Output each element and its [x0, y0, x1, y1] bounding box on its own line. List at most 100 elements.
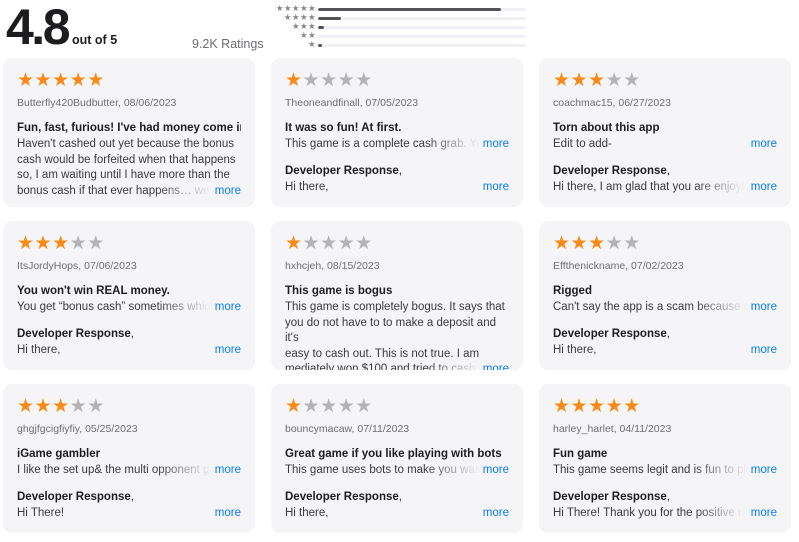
developer-response-label-text: Developer Response — [285, 490, 399, 503]
review-body-truncated-text: You get “bonus cash” sometimes which c — [17, 301, 212, 313]
developer-response: Developer Response, Hi there, more — [17, 327, 241, 359]
review-star-rating: ★★★★★ — [553, 71, 777, 90]
star-filled-icon: ★ — [34, 232, 53, 254]
review-card[interactable]: ★★★★★ coachmac15, 06/27/2023 Torn about th… — [539, 58, 791, 207]
star-filled-icon: ★ — [52, 395, 70, 417]
histogram-bar-track — [318, 7, 526, 12]
histogram-star-label: ★ — [307, 40, 316, 50]
ratings-summary-header: 4.8 out of 5 9.2K Ratings ★★★★★ ★★★★ ★★★ ★★… — [0, 0, 799, 58]
star-filled-icon: ★ — [605, 395, 624, 417]
star-filled-icon: ★ — [623, 395, 641, 417]
star-empty-icon: ★ — [69, 232, 88, 254]
star-empty-icon: ★ — [623, 232, 641, 254]
review-card[interactable]: ★★★★★ harley_harlet, 04/11/2023 Fun game Th… — [539, 384, 791, 533]
histogram-row: ★★ — [268, 32, 526, 41]
star-filled-icon: ★ — [553, 395, 571, 417]
more-link[interactable]: more — [209, 343, 241, 359]
more-link[interactable]: more — [748, 300, 777, 316]
review-body: Can't say the app is a scam because they… — [553, 300, 777, 316]
review-author-date: hxhcjeh, 08/15/2023 — [285, 260, 380, 272]
ratings-histogram: ★★★★★ ★★★★ ★★★ ★★ ★ — [268, 5, 526, 50]
more-link[interactable]: more — [745, 343, 777, 359]
review-title: It was so fun! At first. — [285, 122, 402, 134]
review-body-truncated-text: This game seems legit and is fun to play — [553, 464, 748, 476]
star-empty-icon: ★ — [355, 69, 373, 91]
more-link[interactable]: more — [212, 184, 241, 200]
star-filled-icon: ★ — [87, 69, 105, 91]
review-author-date: Effthenickname, 07/02/2023 — [553, 260, 684, 272]
more-link[interactable]: more — [480, 362, 509, 370]
star-filled-icon: ★ — [52, 69, 70, 91]
star-filled-icon: ★ — [285, 232, 303, 254]
review-body: Haven't cashed out yet because the bonus… — [17, 137, 241, 199]
developer-response-line: Hi There! Thank you for the positive rev… — [553, 506, 777, 522]
more-link[interactable]: more — [212, 300, 241, 316]
developer-response-label: Developer Response, — [553, 164, 777, 179]
star-filled-icon: ★ — [570, 395, 589, 417]
review-title: Great game if you like playing with bots — [285, 448, 502, 460]
review-card[interactable]: ★★★★★ Effthenickname, 07/02/2023 Rigged Can… — [539, 221, 791, 370]
more-link[interactable]: more — [745, 506, 777, 522]
star-filled-icon: ★ — [588, 232, 606, 254]
review-title: Fun, fast, furious! I've had money come … — [17, 122, 241, 134]
more-link[interactable]: more — [480, 137, 509, 153]
star-filled-icon: ★ — [553, 69, 571, 91]
review-body-truncated-text: Can't say the app is a scam because they — [553, 301, 748, 313]
review-body-last-line: This game uses bots to make you waste ym… — [285, 463, 509, 479]
more-link[interactable]: more — [212, 463, 241, 479]
more-link[interactable]: more — [748, 137, 777, 153]
review-body-last-line: Edit to add-more — [553, 137, 777, 153]
review-card[interactable]: ★★★★★ ghgjfgcigfiyfiy, 05/25/2023 iGame ga… — [3, 384, 255, 533]
developer-response-label: Developer Response, — [17, 490, 241, 505]
developer-response-label: Developer Response, — [285, 490, 509, 505]
review-star-rating: ★★★★★ — [17, 397, 241, 416]
review-card[interactable]: ★★★★★ bouncymacaw, 07/11/2023 Great game i… — [271, 384, 523, 533]
review-card[interactable]: ★★★★★ ItsJordyHops, 07/06/2023 You won't w… — [3, 221, 255, 370]
developer-response-text: Hi There! — [17, 506, 65, 519]
review-author-date: bouncymacaw, 07/11/2023 — [285, 423, 410, 435]
review-body-line: so, I am waiting until I have more than … — [17, 169, 230, 181]
review-body-line: This game is completely bogus. It says t… — [285, 301, 505, 313]
developer-response: Developer Response, Hi there, more — [285, 490, 509, 522]
review-body: This game uses bots to make you waste ym… — [285, 463, 509, 479]
histogram-bar-fill — [318, 25, 325, 30]
histogram-bar-track — [318, 34, 526, 39]
histogram-bar-fill — [318, 43, 323, 48]
star-empty-icon: ★ — [69, 395, 88, 417]
ratings-count-label: 9.2K Ratings — [192, 37, 264, 51]
average-score-block: 4.8 out of 5 — [6, 2, 117, 52]
review-card[interactable]: ★★★★★ hxhcjeh, 08/15/2023 This game is bog… — [271, 221, 523, 370]
review-author-date: harley_harlet, 04/11/2023 — [553, 423, 672, 435]
review-card[interactable]: ★★★★★ Butterfly420Budbutter, 08/06/2023 Fu… — [3, 58, 255, 207]
star-filled-icon: ★ — [588, 395, 606, 417]
review-body: You get “bonus cash” sometimes which c mo… — [17, 300, 241, 316]
more-link[interactable]: more — [477, 506, 509, 522]
review-card[interactable]: ★★★★★ Theoneandfinall, 07/05/2023 It was s… — [271, 58, 523, 207]
star-filled-icon: ★ — [588, 69, 606, 91]
developer-response-label-comma: , — [666, 327, 670, 340]
developer-response-label: Developer Response, — [553, 327, 777, 342]
review-body-truncated-text: This game uses bots to make you waste y — [285, 464, 480, 476]
review-star-rating: ★★★★★ — [17, 234, 241, 253]
review-title: iGame gambler — [17, 448, 101, 460]
more-link[interactable]: more — [745, 180, 777, 196]
review-body-truncated-text: This game is a complete cash grab. Yes I — [285, 138, 480, 150]
developer-response-line: Hi there, more — [553, 343, 777, 359]
more-link[interactable]: more — [477, 180, 509, 196]
star-filled-icon: ★ — [285, 69, 303, 91]
review-author-date: Butterfly420Budbutter, 08/06/2023 — [17, 97, 177, 109]
more-link[interactable]: more — [209, 506, 241, 522]
developer-response-label-comma: , — [666, 164, 670, 177]
star-empty-icon: ★ — [623, 69, 641, 91]
developer-response-label-text: Developer Response — [553, 164, 667, 177]
review-title: Torn about this app — [553, 122, 660, 134]
more-link[interactable]: more — [748, 463, 777, 479]
review-body-last-line: This game seems legit and is fun to play… — [553, 463, 777, 479]
review-author-date: Theoneandfinall, 07/05/2023 — [285, 97, 419, 109]
star-empty-icon: ★ — [320, 395, 338, 417]
developer-response-text: Hi there, I am glad that you are enjoyin… — [553, 180, 745, 193]
developer-response-label-text: Developer Response — [285, 164, 399, 177]
review-body-last-line: bonus cash if that ever happens… we sha m… — [17, 184, 241, 200]
developer-response-label-text: Developer Response — [17, 327, 131, 340]
more-link[interactable]: more — [480, 463, 509, 479]
